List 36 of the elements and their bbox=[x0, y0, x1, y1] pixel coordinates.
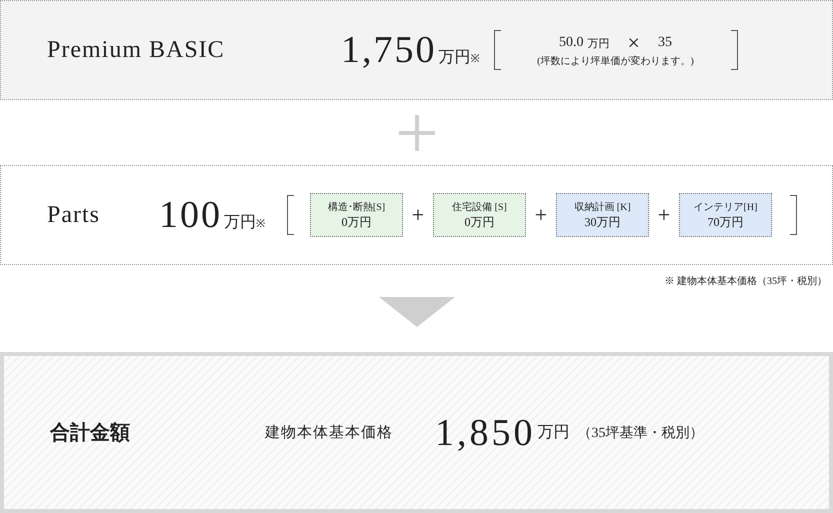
down-arrow-icon bbox=[378, 297, 454, 327]
footnote-mark: ※ bbox=[256, 217, 265, 230]
price: 1,750 bbox=[341, 28, 436, 72]
total-price: 1,850 bbox=[435, 410, 536, 454]
option-label: 構造･断熱[S] bbox=[328, 200, 386, 214]
price-unit: 万円 bbox=[224, 213, 256, 233]
option-price: 0万円 bbox=[342, 214, 372, 230]
footnote: ※ 建物本体基本価格（35坪・税別） bbox=[664, 274, 827, 288]
multiply-sign: × bbox=[628, 32, 640, 54]
plan-name: Premium BASIC bbox=[47, 36, 226, 64]
plus-sign: + bbox=[656, 204, 672, 226]
price: 100 bbox=[159, 193, 222, 237]
option-price: 70万円 bbox=[708, 214, 744, 230]
bracket-icon bbox=[790, 195, 797, 235]
bracket-icon bbox=[730, 30, 738, 70]
plus-icon bbox=[398, 114, 434, 150]
plus-sign: + bbox=[410, 204, 426, 226]
price-unit: 万円 bbox=[538, 423, 570, 443]
unit-price-unit: 万円 bbox=[588, 36, 610, 50]
bracket-icon bbox=[494, 30, 500, 70]
total-label: 建物本体基本価格 bbox=[265, 424, 393, 442]
formula-note: (坪数により坪単価が変わります。) bbox=[537, 54, 694, 68]
option-label: 収納計画 [K] bbox=[574, 200, 631, 214]
price-unit: 万円 bbox=[438, 48, 470, 68]
total-detail: （35坪基準・税別） bbox=[578, 424, 704, 442]
option-price: 0万円 bbox=[464, 214, 494, 230]
plus-sign: + bbox=[534, 204, 548, 226]
bracket-icon bbox=[287, 195, 294, 235]
tsubo-count: 35 bbox=[658, 35, 672, 51]
option-label: 住宅設備 [S] bbox=[452, 200, 507, 214]
total-title: 合計金額 bbox=[50, 420, 131, 446]
footnote-mark: ※ bbox=[470, 52, 480, 65]
unit-price: 50.0 bbox=[559, 35, 584, 51]
parts-name: Parts bbox=[47, 202, 101, 228]
option-label: インテリア[H] bbox=[694, 200, 758, 214]
option-price: 30万円 bbox=[584, 214, 620, 230]
